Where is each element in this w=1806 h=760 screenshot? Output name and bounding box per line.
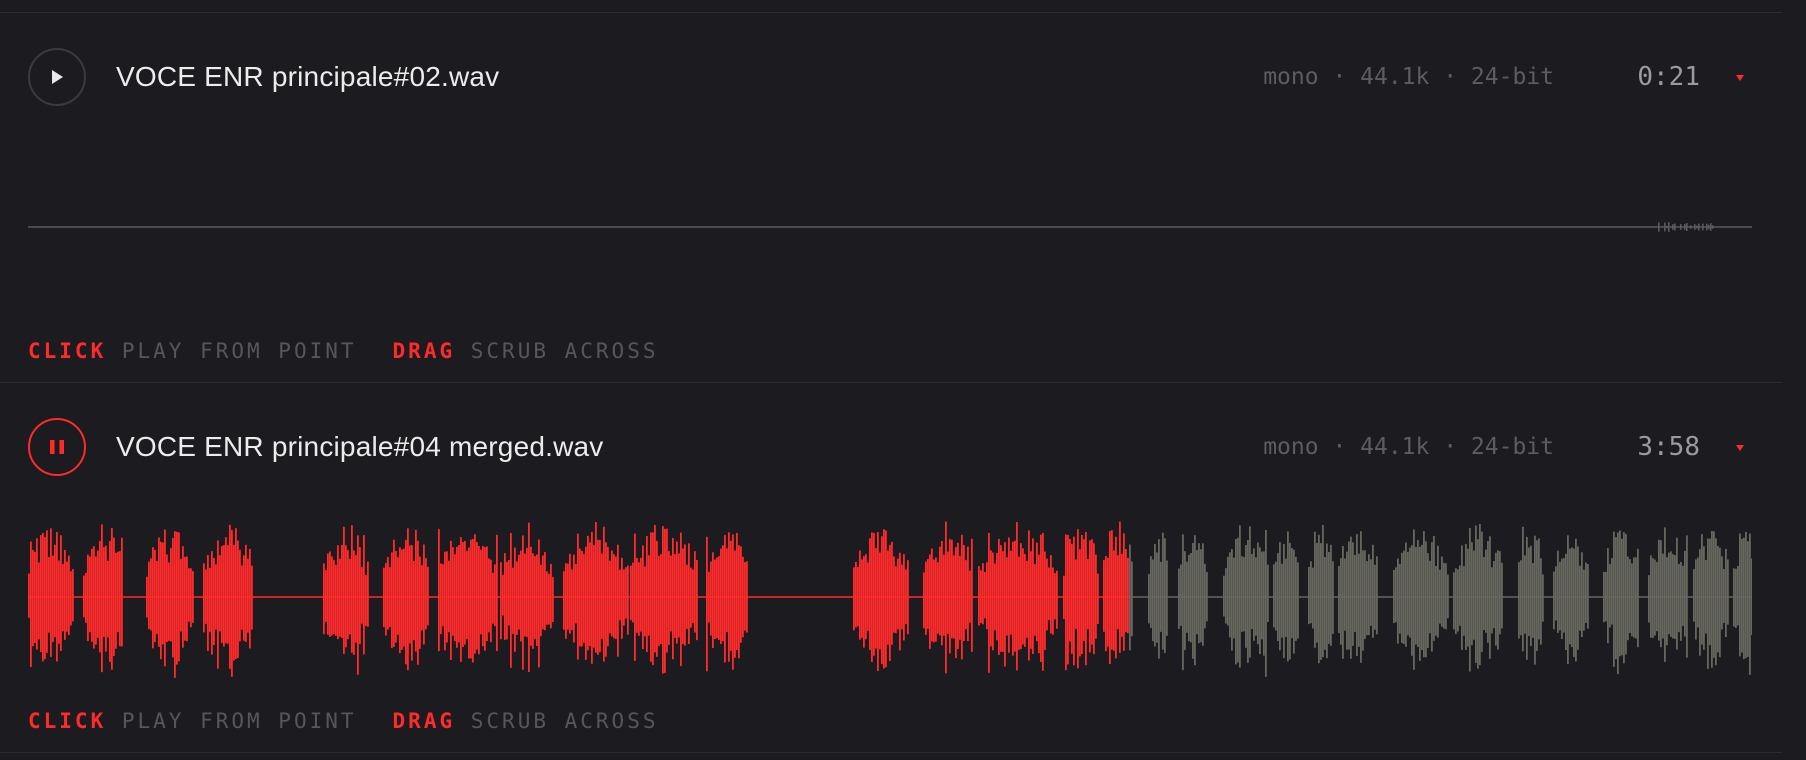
hint-drag-key: DRAG [392, 709, 456, 733]
hint-click-key: CLICK [28, 709, 107, 733]
hint-click-key: CLICK [28, 339, 107, 363]
track-duration: 3:58 [1637, 432, 1700, 462]
caret-down-icon[interactable] [1734, 72, 1746, 84]
track-item: VOCE ENR principale#04 merged.wav mono ·… [0, 382, 1782, 752]
track-list: VOCE ENR principale#02.wav mono · 44.1k … [0, 0, 1782, 760]
track-duration: 0:21 [1637, 62, 1700, 92]
waveform[interactable] [28, 502, 1752, 692]
track-format-info: mono · 44.1k · 24-bit [1263, 434, 1554, 460]
track-format-info: mono · 44.1k · 24-bit [1263, 64, 1554, 90]
hint-drag-desc: SCRUB ACROSS [470, 339, 659, 363]
interaction-hint: CLICK PLAY FROM POINT DRAG SCRUB ACROSS [28, 704, 658, 738]
pause-button[interactable] [28, 418, 86, 476]
caret-down-icon[interactable] [1734, 442, 1746, 454]
divider [0, 752, 1782, 753]
play-button[interactable] [28, 48, 86, 106]
hint-click-desc: PLAY FROM POINT [121, 709, 357, 733]
hint-drag-desc: SCRUB ACROSS [470, 709, 659, 733]
hint-click-desc: PLAY FROM POINT [121, 339, 357, 363]
track-item: VOCE ENR principale#02.wav mono · 44.1k … [0, 12, 1782, 382]
audio-player-page: VOCE ENR principale#02.wav mono · 44.1k … [0, 0, 1806, 760]
track-title: VOCE ENR principale#04 merged.wav [116, 431, 604, 462]
waveform[interactable] [28, 132, 1752, 322]
interaction-hint: CLICK PLAY FROM POINT DRAG SCRUB ACROSS [28, 334, 658, 368]
pause-icon [50, 440, 64, 454]
play-icon [52, 70, 63, 84]
track-title: VOCE ENR principale#02.wav [116, 61, 500, 92]
hint-drag-key: DRAG [392, 339, 456, 363]
